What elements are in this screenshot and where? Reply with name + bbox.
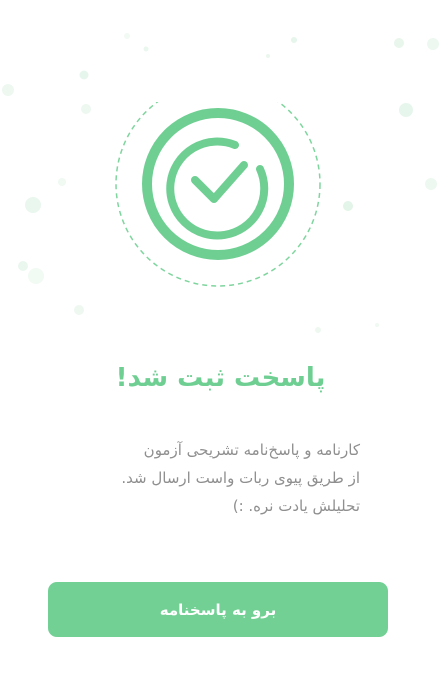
- success-description: کارنامه و پاسخ‌نامه تشریحی آزمون از طریق…: [60, 436, 360, 520]
- go-to-answers-button[interactable]: برو به پاسخنامه: [48, 582, 388, 637]
- description-line: کارنامه و پاسخ‌نامه تشریحی آزمون: [143, 441, 360, 459]
- success-screen: پاسخت ثبت شد! کارنامه و پاسخ‌نامه تشریحی…: [0, 0, 441, 674]
- description-line: تحلیلش یادت نره. :): [232, 497, 360, 515]
- check-circle-icon: [115, 102, 321, 287]
- success-title: پاسخت ثبت شد!: [115, 363, 326, 393]
- description-line: از طریق پیوی ربات واست ارسال شد.: [121, 469, 360, 487]
